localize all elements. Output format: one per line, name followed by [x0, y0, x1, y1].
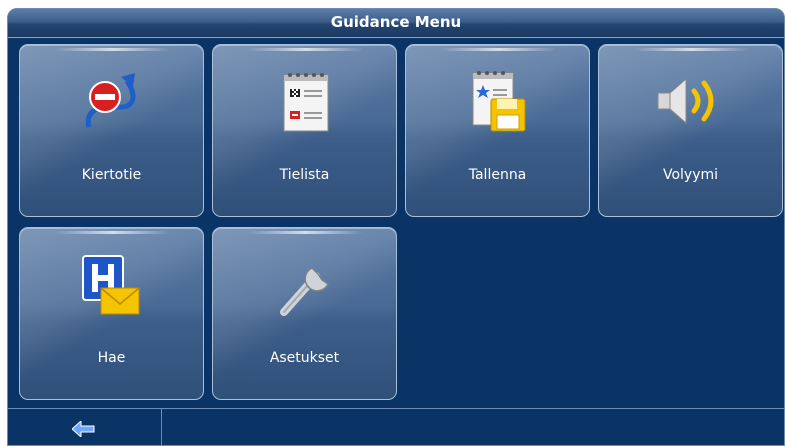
menu-tile-kiertotie[interactable]: Kiertotie [19, 44, 204, 217]
title-bar: Guidance Menu [8, 9, 784, 38]
window-title: Guidance Menu [330, 13, 462, 31]
back-button[interactable] [8, 409, 162, 445]
menu-tile-volyymi[interactable]: Volyymi [598, 44, 783, 217]
volume-icon [657, 77, 713, 125]
tile-highlight [248, 231, 363, 234]
hospital-search-icon [81, 255, 139, 315]
menu-tile-asetukset[interactable]: Asetukset [212, 227, 397, 400]
bottom-bar [8, 408, 784, 445]
tile-highlight [55, 48, 170, 51]
tile-highlight [634, 48, 749, 51]
tile-highlight [55, 231, 170, 234]
menu-tile-label: Tielista [279, 167, 330, 183]
menu-tile-label: Asetukset [269, 350, 340, 366]
wrench-icon [279, 267, 329, 316]
guidance-screen: Guidance Menu Kiertotie Tielista Tallenn… [0, 0, 785, 446]
tile-highlight [441, 48, 556, 51]
detour-icon [85, 73, 135, 128]
tile-highlight [248, 48, 363, 51]
menu-tile-tallenna[interactable]: Tallenna [405, 44, 590, 217]
guidance-menu-window: Guidance Menu Kiertotie Tielista Tallenn… [7, 8, 785, 446]
route-list-icon [283, 73, 328, 132]
menu-tile-label: Volyymi [662, 167, 719, 183]
save-icon [472, 71, 525, 132]
menu-tile-label: Hae [97, 350, 126, 366]
back-arrow-icon [72, 421, 95, 437]
menu-tile-label: Tallenna [468, 167, 527, 183]
menu-tile-tielista[interactable]: Tielista [212, 44, 397, 217]
menu-tile-label: Kiertotie [81, 167, 142, 183]
menu-tile-hae[interactable]: Hae [19, 227, 204, 400]
